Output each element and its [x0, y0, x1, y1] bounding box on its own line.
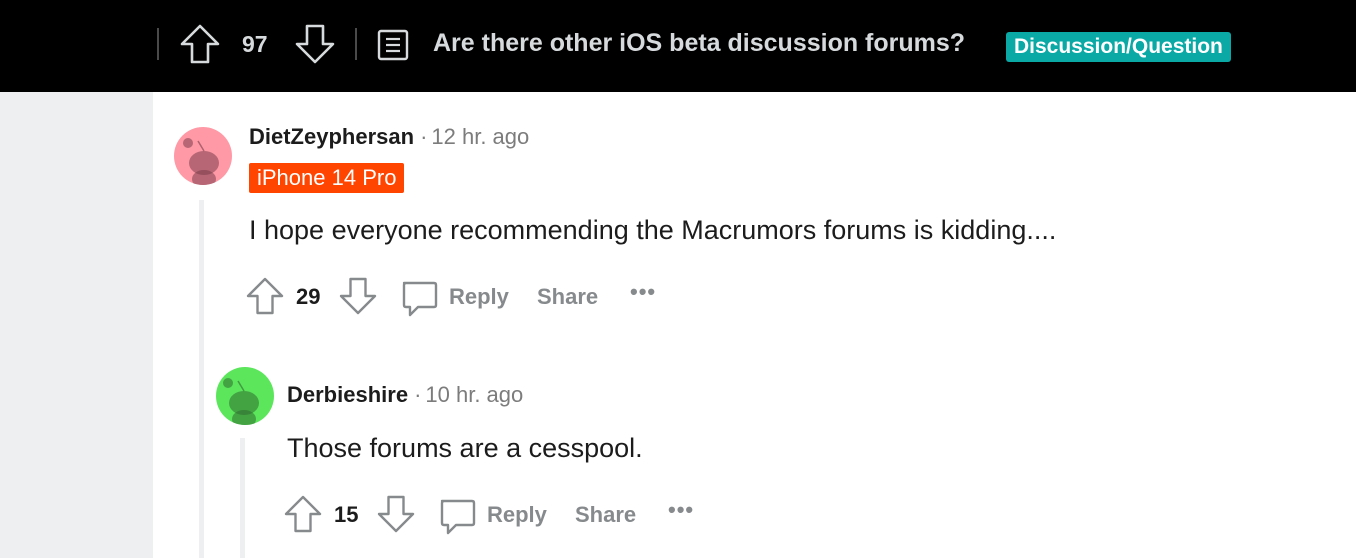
comment-bubble-icon[interactable] — [436, 495, 478, 537]
comment-meta: DietZeyphersan · 12 hr. ago — [249, 124, 529, 150]
downvote-icon[interactable] — [375, 493, 417, 535]
share-button[interactable]: Share — [537, 284, 598, 310]
avatar[interactable] — [216, 367, 274, 425]
divider — [157, 28, 159, 60]
snoo-avatar-icon — [223, 378, 259, 425]
reply-button[interactable]: Reply — [487, 502, 547, 528]
downvote-icon[interactable] — [337, 275, 379, 317]
snoo-avatar-icon — [183, 138, 219, 185]
post-text-icon — [377, 29, 409, 61]
comment-timestamp[interactable]: 12 hr. ago — [431, 124, 529, 149]
comment-author[interactable]: Derbieshire — [287, 382, 408, 407]
left-gutter — [0, 92, 153, 558]
comment-bubble-icon[interactable] — [398, 277, 440, 319]
comment-vote-count: 15 — [334, 502, 359, 527]
comment-meta: Derbieshire · 10 hr. ago — [287, 382, 523, 408]
user-flair-badge: iPhone 14 Pro — [249, 163, 405, 193]
reply-button[interactable]: Reply — [449, 284, 509, 310]
comment-vote-count: 29 — [296, 284, 321, 309]
more-options-button[interactable]: ••• — [630, 279, 656, 305]
thread-line[interactable] — [240, 438, 245, 558]
downvote-icon[interactable] — [293, 22, 337, 66]
comment-body: Those forums are a cesspool. — [287, 433, 643, 463]
comment-timestamp[interactable]: 10 hr. ago — [425, 382, 523, 407]
share-button[interactable]: Share — [575, 502, 636, 528]
post-vote-count: 97 — [242, 31, 268, 57]
upvote-icon[interactable] — [178, 22, 222, 66]
divider — [355, 28, 357, 60]
thread-line[interactable] — [199, 200, 204, 558]
post-flair-badge[interactable]: Discussion/Question — [1006, 32, 1231, 62]
avatar[interactable] — [174, 127, 232, 185]
more-options-button[interactable]: ••• — [668, 497, 694, 523]
meta-separator: · — [420, 124, 428, 149]
post-header-bar: 97 Are there other iOS beta discussion f… — [0, 0, 1356, 92]
upvote-icon[interactable] — [244, 275, 286, 317]
comment-author[interactable]: DietZeyphersan — [249, 124, 414, 149]
meta-separator: · — [414, 382, 422, 407]
post-title[interactable]: Are there other iOS beta discussion foru… — [433, 29, 965, 58]
upvote-icon[interactable] — [282, 493, 324, 535]
comment-body: I hope everyone recommending the Macrumo… — [249, 215, 1057, 245]
